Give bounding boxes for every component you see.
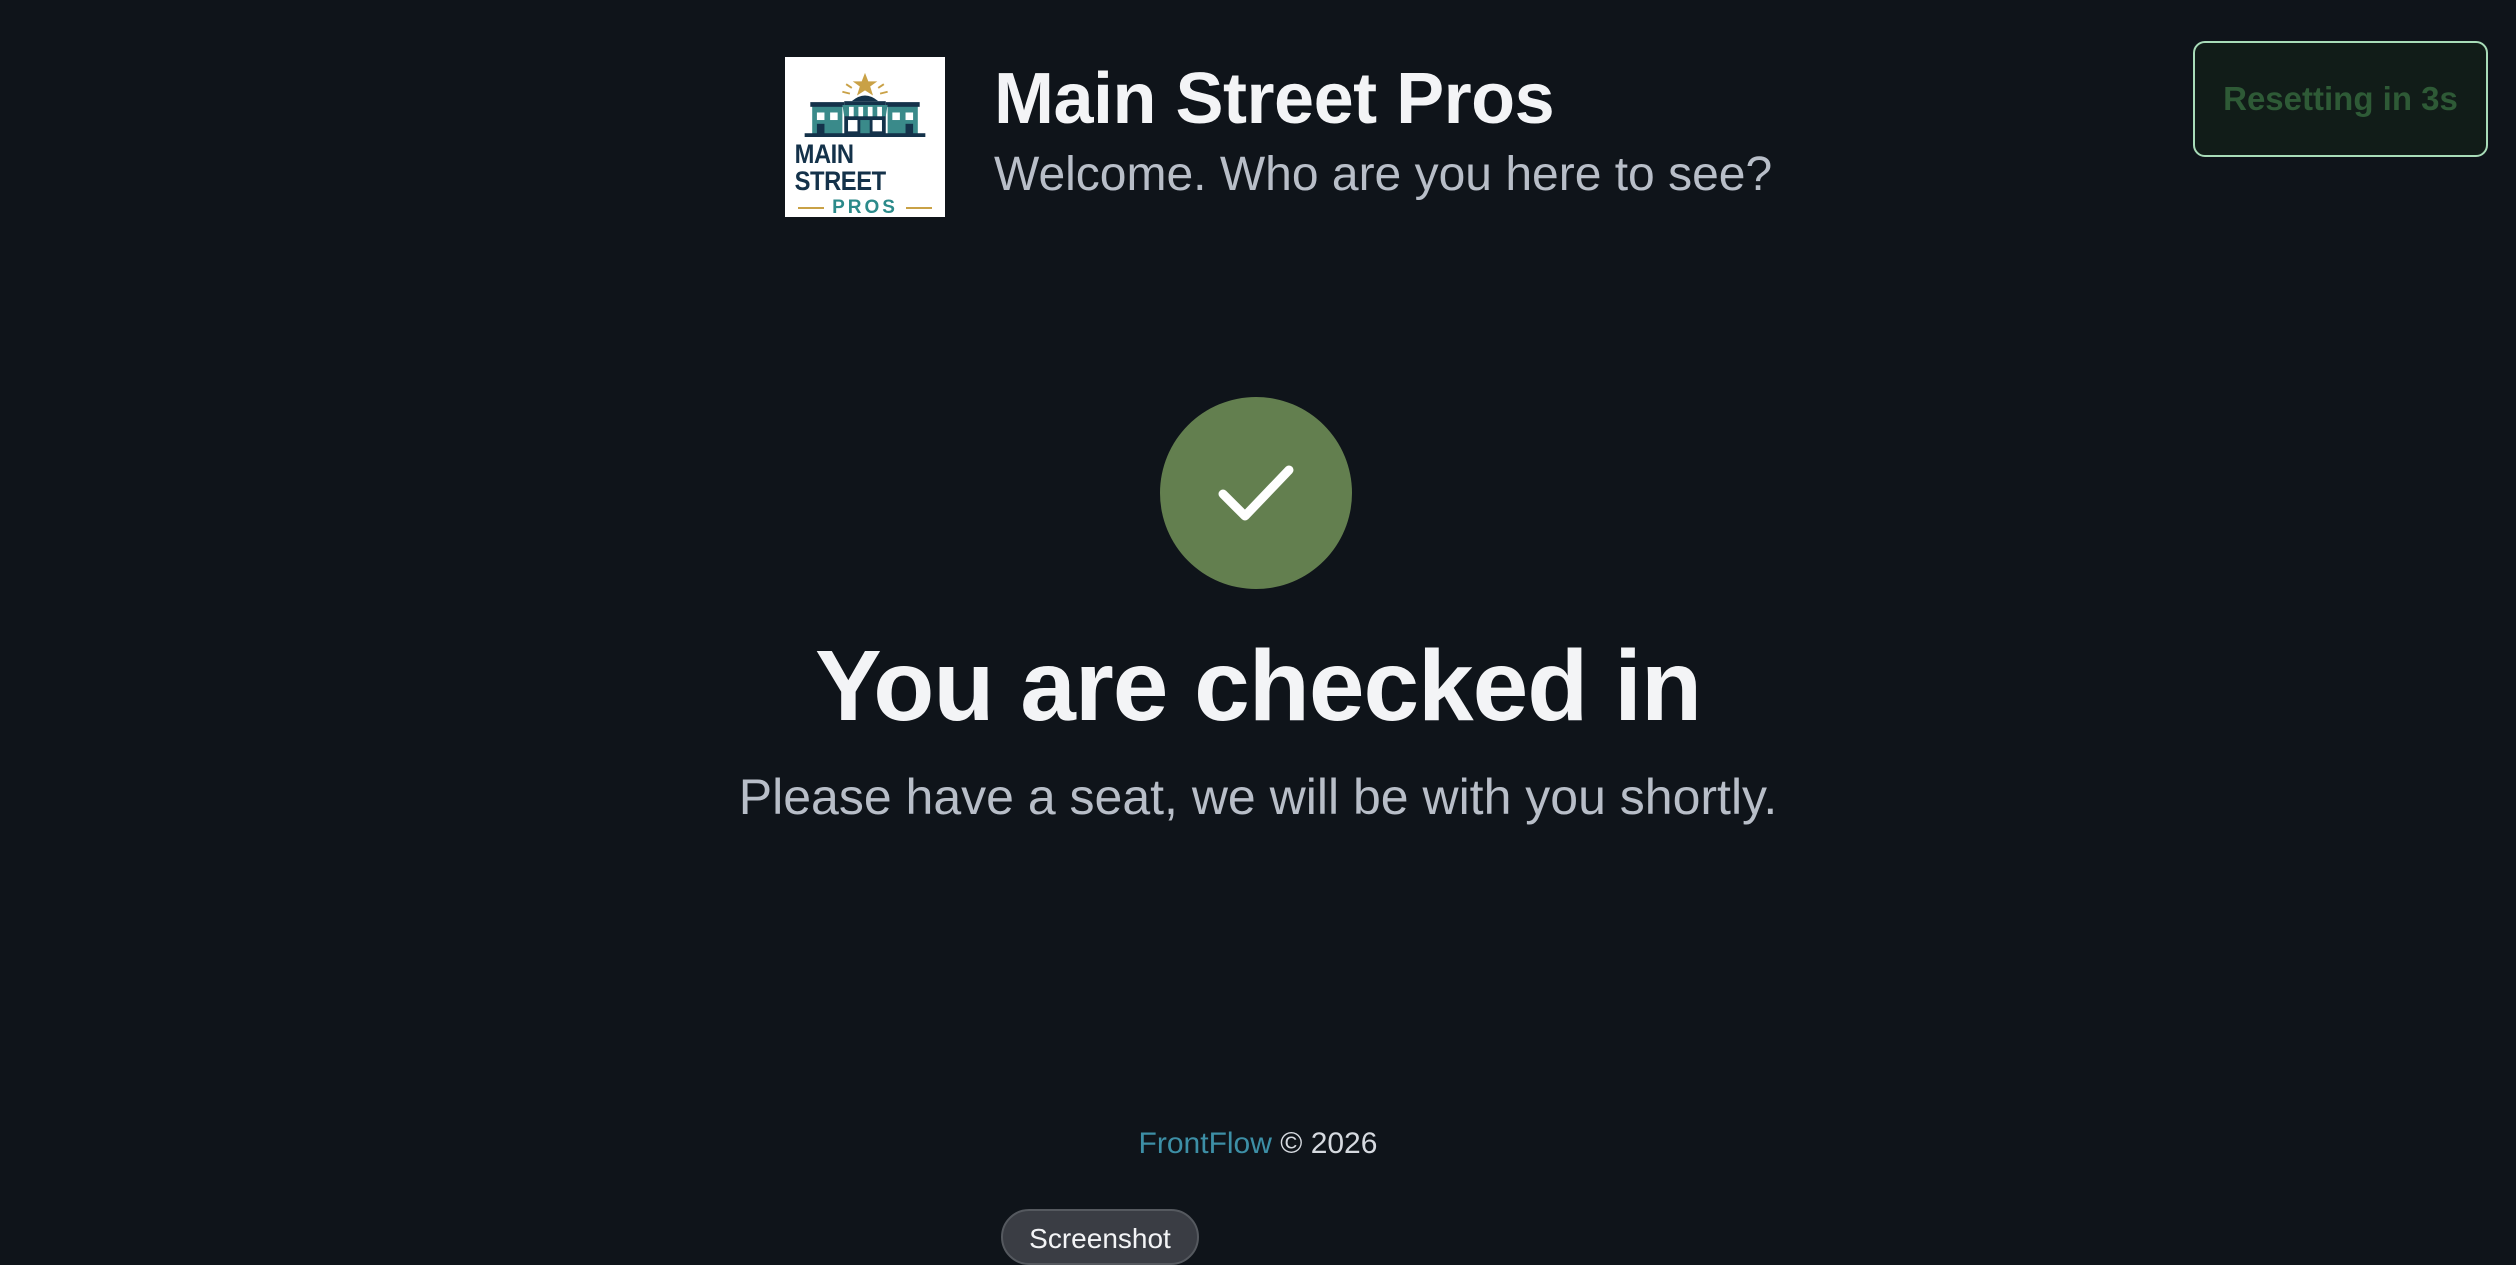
footer-copyright: © 2026: [1280, 1127, 1378, 1160]
app-subtitle: Welcome. Who are you here to see?: [994, 148, 1773, 201]
storefront-logo-icon: [804, 72, 926, 137]
footer: FrontFlow © 2026: [0, 1126, 2516, 1162]
screenshot-button[interactable]: Screenshot: [1001, 1209, 1199, 1265]
header-titles: Main Street Pros Welcome. Who are you he…: [994, 57, 1772, 199]
logo-text-sub: PROS: [832, 197, 898, 218]
logo-rule-left: [798, 206, 825, 209]
checked-in-message: Please have a seat, we will be with you …: [738, 769, 1778, 825]
logo-text-main: MAIN STREET: [794, 139, 887, 196]
app-title: Main Street Pros: [994, 59, 1555, 139]
checked-in-heading: You are checked in: [814, 630, 1702, 742]
app-header: MAIN STREET PROS Main Street Pros Welcom…: [785, 57, 1772, 217]
main-street-pros-logo: MAIN STREET PROS: [785, 57, 945, 217]
footer-brand-link[interactable]: FrontFlow: [1139, 1127, 1272, 1160]
logo-text-sub-row: PROS: [798, 198, 932, 217]
checkmark-icon: [1218, 465, 1294, 521]
success-badge: [1160, 397, 1352, 589]
logo-rule-right: [905, 206, 932, 209]
resetting-countdown-button[interactable]: Resetting in 3s: [2193, 41, 2488, 157]
